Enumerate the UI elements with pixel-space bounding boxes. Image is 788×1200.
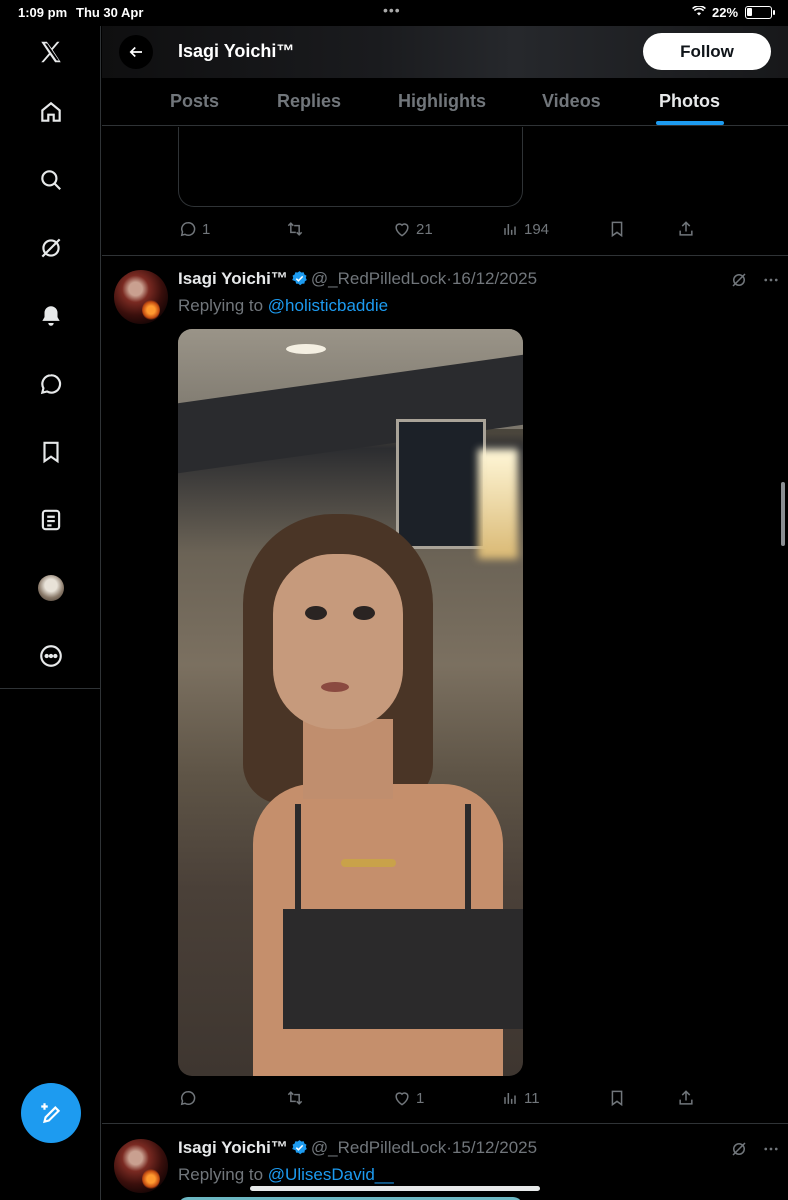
status-date: Thu 30 Apr bbox=[76, 5, 144, 20]
bookmark-action[interactable] bbox=[607, 219, 627, 239]
heart-icon bbox=[395, 223, 409, 237]
reply-count: 1 bbox=[202, 220, 211, 238]
like-count: 21 bbox=[416, 220, 433, 238]
share-action[interactable] bbox=[676, 219, 696, 239]
compose-button[interactable] bbox=[21, 1083, 81, 1143]
share-action[interactable] bbox=[676, 1088, 696, 1108]
bookmark-action[interactable] bbox=[607, 1088, 627, 1108]
grok-icon[interactable] bbox=[730, 1140, 748, 1158]
tab-highlights[interactable]: Highlights bbox=[398, 91, 486, 112]
repost-action[interactable] bbox=[285, 219, 305, 239]
tweet-handle[interactable]: @_RedPilledLock bbox=[311, 269, 446, 288]
x-logo-icon[interactable] bbox=[36, 37, 66, 67]
home-indicator[interactable] bbox=[250, 1186, 540, 1191]
repost-icon bbox=[287, 222, 303, 236]
timeline[interactable]: 1 21 194 Isagi Yoichi™ @_RedPilledLock·16… bbox=[102, 127, 788, 1200]
scrollbar[interactable] bbox=[781, 482, 785, 546]
replying-to-mention[interactable]: @UlisesDavid__ bbox=[268, 1165, 394, 1184]
search-icon[interactable] bbox=[36, 165, 66, 195]
like-count: 1 bbox=[416, 1089, 425, 1107]
replying-to-mention[interactable]: @holisticbaddie bbox=[268, 296, 388, 315]
tweet-date[interactable]: 15/12/2025 bbox=[452, 1138, 537, 1157]
views-action[interactable]: 194 bbox=[500, 219, 549, 239]
profile-name: Isagi Yoichi™ bbox=[178, 41, 295, 61]
tweet-header: Isagi Yoichi™ @_RedPilledLock·15/12/2025 bbox=[178, 1138, 537, 1158]
battery-icon bbox=[745, 6, 775, 19]
status-bar: 1:09 pm Thu 30 Apr ••• 22% bbox=[0, 0, 788, 26]
rail-divider bbox=[0, 688, 101, 689]
tweet-handle[interactable]: @_RedPilledLock bbox=[311, 1138, 446, 1157]
views-icon bbox=[504, 1093, 516, 1104]
multitasking-dots-icon[interactable]: ••• bbox=[383, 2, 401, 18]
views-action[interactable]: 11 bbox=[500, 1088, 540, 1108]
active-tab-indicator bbox=[656, 121, 724, 125]
grok-icon[interactable] bbox=[36, 233, 66, 263]
verified-badge-icon bbox=[292, 1140, 307, 1155]
tweet-date[interactable]: 16/12/2025 bbox=[452, 269, 537, 288]
lists-icon[interactable] bbox=[36, 505, 66, 535]
sidebar-nav bbox=[0, 26, 101, 1200]
back-arrow-icon bbox=[129, 46, 142, 58]
replying-to-label: Replying to bbox=[178, 1165, 264, 1184]
tweet-menu bbox=[730, 1140, 780, 1158]
follow-button[interactable]: Follow bbox=[643, 33, 771, 70]
bookmark-icon bbox=[611, 1090, 623, 1107]
like-action[interactable]: 1 bbox=[392, 1088, 424, 1108]
tab-replies[interactable]: Replies bbox=[277, 91, 341, 112]
grok-icon[interactable] bbox=[730, 271, 748, 289]
views-icon bbox=[504, 224, 516, 235]
views-count: 11 bbox=[524, 1089, 540, 1107]
repost-icon bbox=[287, 1091, 303, 1105]
tweet-avatar[interactable] bbox=[114, 270, 168, 324]
like-action[interactable]: 21 bbox=[392, 219, 433, 239]
reply-icon bbox=[180, 1090, 196, 1106]
reply-icon bbox=[180, 221, 196, 237]
battery-percent: 22% bbox=[712, 5, 739, 20]
wifi-icon bbox=[692, 6, 706, 16]
home-icon[interactable] bbox=[36, 97, 66, 127]
tweet-author-name[interactable]: Isagi Yoichi™ bbox=[178, 1138, 288, 1157]
more-icon[interactable] bbox=[36, 641, 66, 671]
share-icon bbox=[679, 1090, 693, 1105]
tweet-author-name[interactable]: Isagi Yoichi™ bbox=[178, 269, 288, 288]
tweet-photo[interactable] bbox=[178, 329, 523, 1076]
tab-posts[interactable]: Posts bbox=[170, 91, 219, 112]
more-options-icon[interactable] bbox=[762, 271, 780, 289]
bookmark-icon bbox=[611, 221, 623, 238]
previous-tweet-media[interactable] bbox=[178, 127, 523, 207]
tweet-header: Isagi Yoichi™ @_RedPilledLock·16/12/2025 bbox=[178, 269, 537, 289]
bookmarks-icon[interactable] bbox=[36, 437, 66, 467]
tweet-actions: 1 11 bbox=[178, 1088, 708, 1112]
reply-action[interactable]: 1 bbox=[178, 219, 210, 239]
tab-videos[interactable]: Videos bbox=[542, 91, 601, 112]
views-count: 194 bbox=[524, 220, 550, 238]
verified-badge-icon bbox=[292, 271, 307, 286]
compose-icon bbox=[41, 1103, 61, 1124]
tweet-divider bbox=[102, 255, 788, 256]
messages-icon[interactable] bbox=[36, 369, 66, 399]
notifications-icon[interactable] bbox=[36, 301, 66, 331]
share-icon bbox=[679, 221, 693, 236]
reply-action[interactable] bbox=[178, 1088, 202, 1108]
tab-photos[interactable]: Photos bbox=[659, 91, 720, 112]
status-time: 1:09 pm bbox=[18, 5, 68, 20]
replying-to: Replying to @holisticbaddie bbox=[178, 296, 388, 316]
replying-to-label: Replying to bbox=[178, 296, 264, 315]
tweet-divider bbox=[102, 1123, 788, 1124]
heart-icon bbox=[395, 1092, 409, 1106]
tweet-avatar[interactable] bbox=[114, 1139, 168, 1193]
profile-avatar[interactable] bbox=[36, 573, 66, 603]
back-button[interactable] bbox=[119, 35, 153, 69]
more-options-icon[interactable] bbox=[762, 1140, 780, 1158]
profile-header: Isagi Yoichi™ Follow bbox=[102, 26, 788, 78]
previous-tweet-actions: 1 21 194 bbox=[178, 219, 708, 243]
profile-tabs: Posts Replies Highlights Videos Photos bbox=[102, 78, 788, 126]
repost-action[interactable] bbox=[285, 1088, 305, 1108]
tweet-menu bbox=[730, 271, 780, 289]
replying-to: Replying to @UlisesDavid__ bbox=[178, 1165, 394, 1185]
